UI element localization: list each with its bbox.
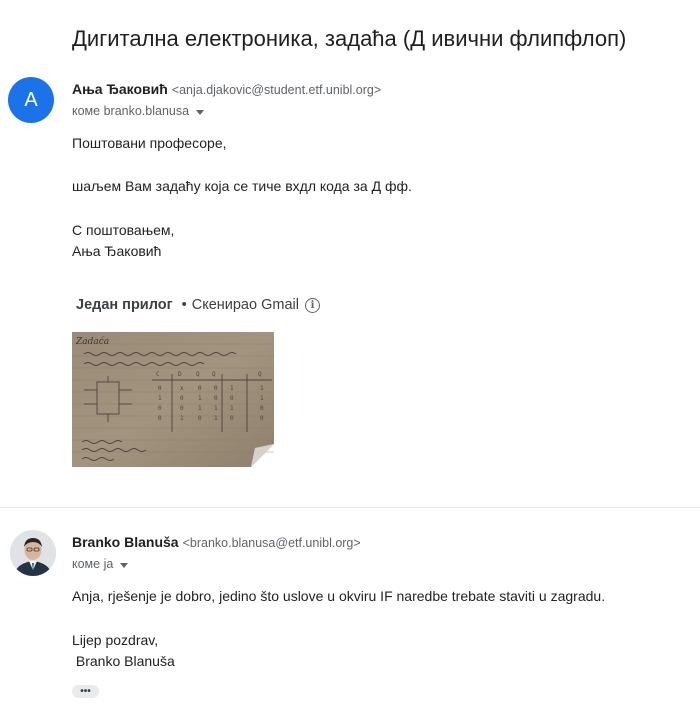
svg-text:0: 0: [158, 415, 162, 422]
attachment-count: Један прилог: [76, 297, 173, 313]
svg-text:0: 0: [198, 415, 202, 422]
svg-text:0: 0: [158, 405, 162, 412]
attachment-header: Један прилог • Скенирао Gmail i: [76, 297, 320, 313]
show-trimmed-content-button[interactable]: •••: [72, 685, 99, 698]
svg-text:0: 0: [158, 385, 162, 392]
attachment-thumbnail[interactable]: Zadaća C D Q Q Q 0 x 0 0 1 1 1 0 1 0 0 1 0 0 1 1 1 0 0 1 0 …: [72, 332, 274, 467]
recipients-label: коме ја: [72, 557, 114, 571]
svg-text:1: 1: [230, 405, 234, 412]
separator-dot: •: [181, 297, 187, 313]
svg-text:1: 1: [198, 395, 202, 402]
svg-text:C: C: [156, 371, 160, 378]
chevron-down-icon[interactable]: [196, 109, 205, 115]
svg-text:1: 1: [260, 385, 264, 392]
message-closing: Lijep pozdrav,: [72, 632, 159, 648]
recipients-toggle[interactable]: коме branko.blanusa: [72, 104, 205, 118]
svg-text:0: 0: [230, 415, 234, 422]
message-signature: Ања Ђаковић: [72, 243, 162, 259]
handwritten-page-image: Zadaća C D Q Q Q 0 x 0 0 1 1 1 0 1 0 0 1 0 0 1 1 1 0 0 1 0 …: [72, 332, 274, 467]
svg-text:1: 1: [260, 395, 264, 402]
handwritten-title: Zadaća: [75, 336, 109, 347]
svg-text:Q: Q: [212, 371, 216, 378]
message-line: шаљем Вам задаћу која се тиче вхдл кода …: [72, 178, 412, 194]
sender-name[interactable]: Branko Blanuša: [72, 534, 179, 550]
svg-text:0: 0: [180, 405, 184, 412]
svg-text:Q: Q: [258, 371, 262, 378]
recipients-label: коме branko.blanusa: [72, 104, 190, 118]
message-line: Anja, rješenje je dobro, jedino što uslo…: [72, 588, 606, 604]
svg-text:x: x: [180, 385, 184, 392]
info-icon[interactable]: i: [304, 297, 320, 313]
svg-text:1: 1: [214, 415, 218, 422]
svg-text:0: 0: [214, 395, 218, 402]
svg-text:D: D: [178, 371, 182, 378]
profile-photo: [10, 530, 56, 576]
svg-text:1: 1: [230, 385, 234, 392]
svg-text:0: 0: [260, 415, 264, 422]
message-signature: Branko Blanuša: [72, 653, 175, 669]
avatar[interactable]: [10, 530, 56, 576]
svg-text:1: 1: [180, 415, 184, 422]
email-subject: Дигитална електроника, задаћа (Д ивични …: [72, 26, 627, 51]
svg-text:0: 0: [260, 405, 264, 412]
svg-text:0: 0: [230, 395, 234, 402]
recipients-toggle[interactable]: коме ја: [72, 557, 129, 571]
avatar[interactable]: A: [8, 77, 54, 123]
message-divider: [0, 507, 700, 508]
chevron-down-icon[interactable]: [120, 562, 129, 568]
svg-text:0: 0: [214, 385, 218, 392]
svg-text:0: 0: [180, 395, 184, 402]
message-greeting: Поштовани професоре,: [72, 135, 227, 151]
sender-email: <anja.djakovic@student.etf.unibl.org>: [171, 83, 382, 97]
svg-text:Q: Q: [196, 371, 200, 378]
message-closing: С поштовањем,: [72, 222, 175, 238]
sender-name[interactable]: Ања Ђаковић: [72, 81, 168, 97]
sender-line: Ања Ђаковић <anja.djakovic@student.etf.un…: [72, 81, 381, 97]
scanned-by-label: Скенирао Gmail: [191, 297, 299, 313]
svg-text:1: 1: [214, 405, 218, 412]
sender-line: Branko Blanuša <branko.blanusa@etf.unibl.…: [72, 534, 361, 550]
sender-email: <branko.blanusa@etf.unibl.org>: [182, 536, 361, 550]
svg-text:0: 0: [198, 385, 202, 392]
svg-text:1: 1: [198, 405, 202, 412]
svg-text:1: 1: [158, 395, 162, 402]
